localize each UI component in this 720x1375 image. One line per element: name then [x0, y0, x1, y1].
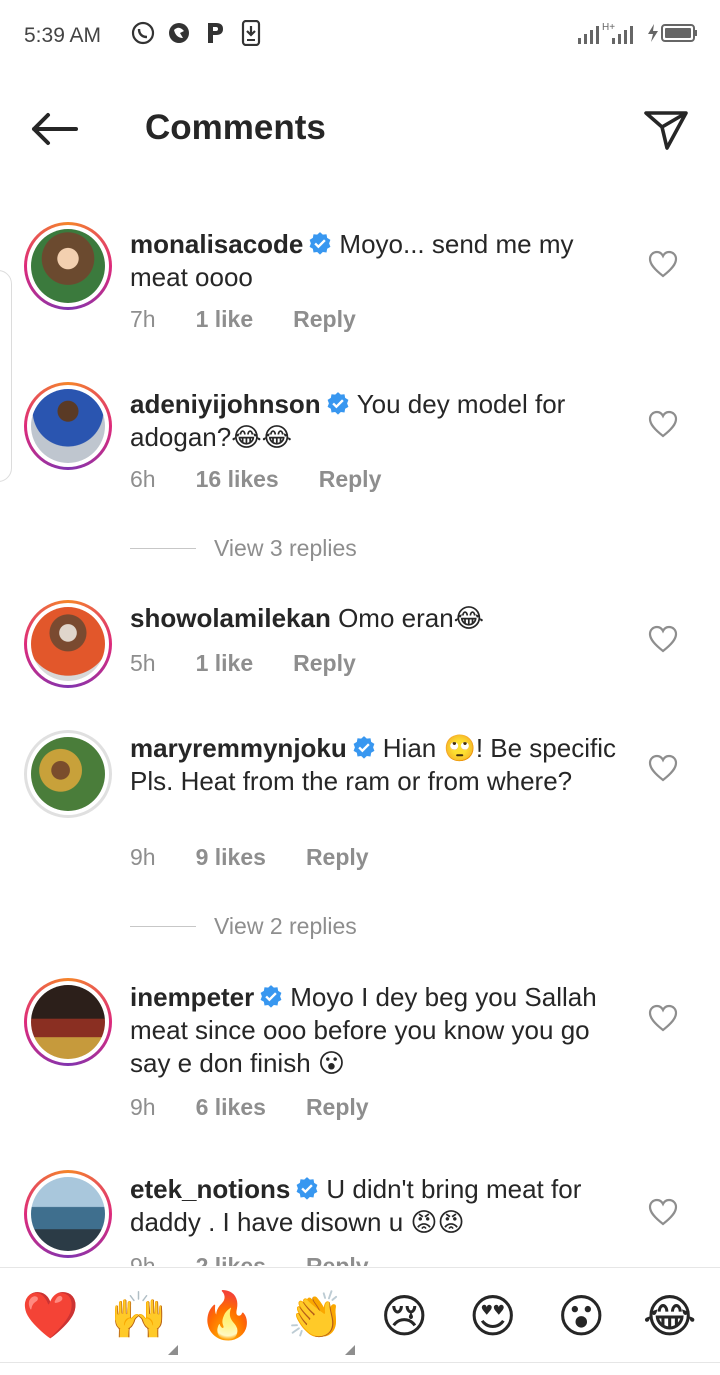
comment-body: Omo eran😂	[338, 603, 485, 633]
comment-username[interactable]: maryremmynjoku	[130, 733, 347, 763]
like-heart-icon[interactable]	[648, 1004, 678, 1032]
verified-badge-icon	[327, 392, 349, 415]
like-heart-icon[interactable]	[648, 250, 678, 278]
like-heart-icon[interactable]	[648, 625, 678, 653]
reply-button[interactable]: Reply	[293, 306, 356, 333]
comment-likes[interactable]: 6 likes	[196, 1094, 266, 1121]
comment-text: showolamilekan Omo eran😂	[130, 602, 630, 635]
back-button[interactable]	[24, 104, 84, 154]
comment-meta: 9h 9 likes Reply	[130, 844, 409, 871]
status-bar: 5:39 AM H+	[0, 0, 720, 72]
header: Comments	[0, 90, 720, 166]
comment-likes[interactable]: 2 likes	[196, 1253, 266, 1266]
comment-likes[interactable]: 1 like	[196, 306, 254, 333]
comment-time: 9h	[130, 1253, 156, 1266]
avatar[interactable]	[24, 382, 112, 470]
emoji-reaction-bar: ❤️ 🙌 🔥 👏 😢 😍 😮 😂	[0, 1267, 720, 1363]
comment-meta: 9h 2 likes Reply	[130, 1253, 409, 1266]
p-icon	[202, 20, 228, 46]
like-heart-icon[interactable]	[648, 410, 678, 438]
comment-likes[interactable]: 1 like	[196, 650, 254, 677]
avatar[interactable]	[24, 600, 112, 688]
emoji-heart-eyes-button[interactable]: 😍	[460, 1283, 526, 1349]
comment-item: etek_notions U didn't bring meat for dadd…	[0, 1170, 720, 1266]
emoji-laughing-button[interactable]: 😂	[637, 1283, 703, 1349]
crying-emoji-icon: 😢	[380, 1289, 429, 1342]
replies-divider	[130, 548, 196, 549]
comment-time: 5h	[130, 650, 156, 676]
avatar[interactable]	[24, 222, 112, 310]
comment-username[interactable]: etek_notions	[130, 1174, 290, 1204]
view-replies-button[interactable]: View 3 replies	[130, 535, 357, 562]
view-replies-label: View 2 replies	[214, 913, 357, 939]
emoji-clap-button[interactable]: 👏	[283, 1283, 355, 1355]
emoji-cry-button[interactable]: 😢	[371, 1283, 437, 1349]
send-icon	[644, 111, 688, 150]
clap-emoji-icon: 👏	[287, 1289, 345, 1341]
bottom-divider	[0, 1362, 720, 1363]
comment-username[interactable]: adeniyijohnson	[130, 389, 321, 419]
raised-hands-emoji-icon: 🙌	[110, 1289, 168, 1341]
comment-text: inempeter Moyo I dey beg you Sallah meat …	[130, 981, 630, 1080]
comment-text: maryremmynjoku Hian 🙄! Be specific Pls. H…	[130, 732, 630, 798]
reply-button[interactable]: Reply	[319, 466, 382, 493]
reply-button[interactable]: Reply	[306, 1094, 369, 1121]
comment-username[interactable]: showolamilekan	[130, 603, 331, 633]
verified-badge-icon	[260, 985, 282, 1008]
avatar[interactable]	[24, 1170, 112, 1258]
comment-text: monalisacode Moyo... send me my meat oooo	[130, 228, 630, 294]
comment-username[interactable]: monalisacode	[130, 229, 303, 259]
verified-badge-icon	[353, 736, 375, 759]
comment-username[interactable]: inempeter	[130, 982, 254, 1012]
battery-icon	[648, 24, 697, 42]
view-replies-button[interactable]: View 2 replies	[130, 913, 357, 940]
notification-icons	[130, 20, 264, 46]
signal-icon: H+	[578, 22, 633, 44]
verified-badge-icon	[310, 232, 331, 255]
comment-likes[interactable]: 9 likes	[196, 844, 266, 871]
emoji-heart-button[interactable]: ❤️	[17, 1283, 83, 1349]
reply-button[interactable]: Reply	[306, 844, 369, 871]
surprised-emoji-icon: 😮	[557, 1289, 606, 1342]
replies-divider	[130, 926, 196, 927]
svg-text:H+: H+	[602, 22, 615, 33]
download-icon	[238, 20, 264, 46]
comment-time: 9h	[130, 1094, 156, 1120]
emoji-surprised-button[interactable]: 😮	[548, 1283, 614, 1349]
emoji-fire-button[interactable]: 🔥	[194, 1283, 260, 1349]
comment-text: etek_notions U didn't bring meat for dadd…	[130, 1173, 630, 1239]
side-drawer-handle[interactable]	[0, 270, 12, 482]
page-title: Comments	[145, 108, 326, 147]
like-heart-icon[interactable]	[648, 754, 678, 782]
verified-badge-icon	[296, 1177, 318, 1200]
heart-eyes-emoji-icon: 😍	[468, 1289, 517, 1342]
avatar[interactable]	[24, 978, 112, 1066]
back-arrow-icon	[32, 113, 78, 145]
reply-button[interactable]: Reply	[306, 1253, 369, 1266]
status-time: 5:39 AM	[24, 24, 102, 47]
emoji-raised-hands-button[interactable]: 🙌	[106, 1283, 178, 1355]
like-heart-icon[interactable]	[648, 1198, 678, 1226]
comment-meta: 9h 6 likes Reply	[130, 1094, 409, 1121]
laughing-emoji-icon: 😂	[642, 1289, 697, 1342]
comment-time: 7h	[130, 306, 156, 332]
comment-time: 9h	[130, 844, 156, 870]
whatsapp-icon	[130, 20, 156, 46]
comment-time: 6h	[130, 466, 156, 492]
skin-tone-indicator	[167, 1344, 178, 1355]
heart-emoji-icon: ❤️	[21, 1289, 79, 1341]
reply-button[interactable]: Reply	[293, 650, 356, 677]
app-icon	[166, 20, 192, 46]
comment-likes[interactable]: 16 likes	[196, 466, 279, 493]
skin-tone-indicator	[344, 1344, 355, 1355]
fire-emoji-icon: 🔥	[198, 1289, 256, 1341]
comment-text: adeniyijohnson You dey model for adogan?😂…	[130, 388, 630, 454]
comment-meta: 7h 1 like Reply	[130, 306, 396, 333]
status-right: H+	[576, 20, 700, 46]
comment-meta: 6h 16 likes Reply	[130, 466, 421, 493]
view-replies-label: View 3 replies	[214, 535, 357, 561]
share-button[interactable]	[640, 104, 692, 156]
avatar[interactable]	[24, 730, 112, 818]
comment-meta: 5h 1 like Reply	[130, 650, 396, 677]
